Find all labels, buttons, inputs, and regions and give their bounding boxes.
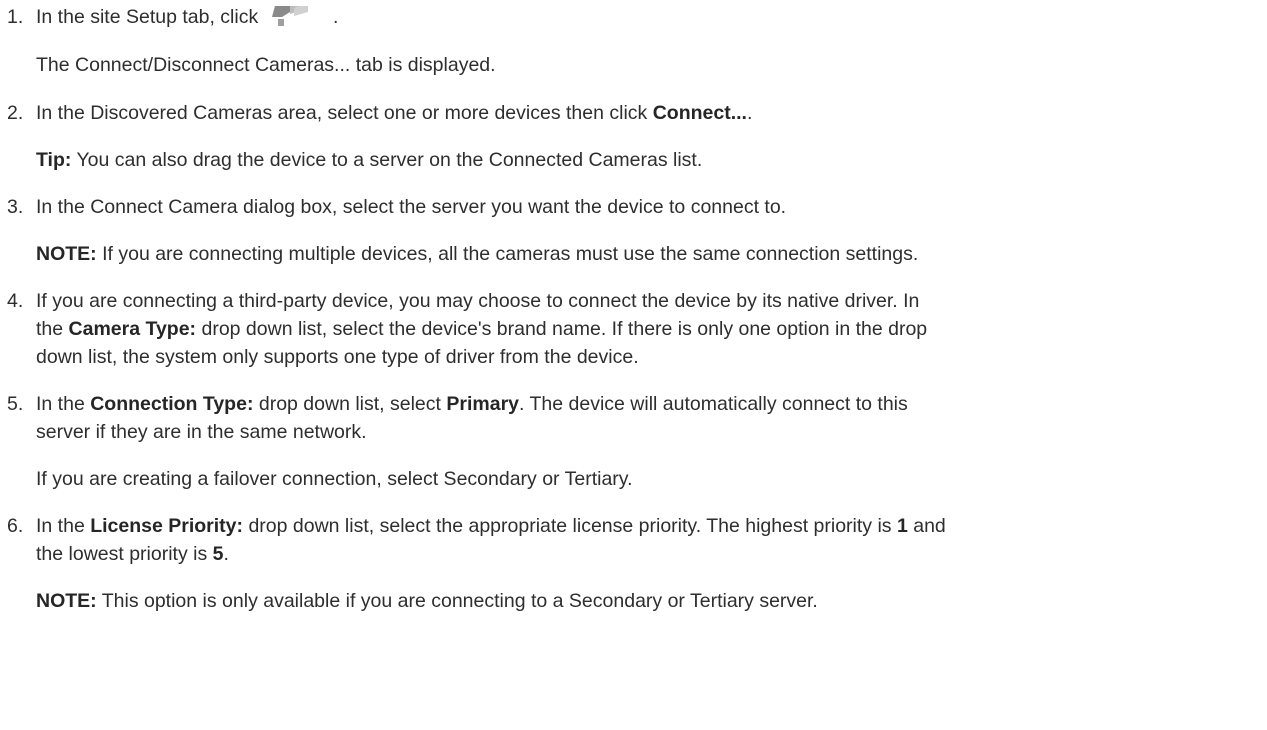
step-6-mid: drop down list, select the appropriate l… xyxy=(243,515,897,537)
step-6-line-2: the lowest priority is 5. xyxy=(36,543,229,565)
note-text: This option is only available if you are… xyxy=(96,590,818,612)
tip-label: Tip: xyxy=(36,149,72,171)
tip-text: You can also drag the device to a server… xyxy=(71,149,703,171)
step-5-mid: drop down list, select xyxy=(253,393,447,415)
note-label: NOTE: xyxy=(36,590,97,612)
step-6-line-2-pre: the lowest priority is xyxy=(36,543,213,565)
step-2-tip: Tip: You can also drag the device to a s… xyxy=(36,149,702,171)
step-6-note: NOTE: This option is only available if y… xyxy=(36,590,818,612)
step-6-pre: In the xyxy=(36,515,91,537)
step-2-instruction: In the Discovered Cameras area, select o… xyxy=(36,102,653,124)
connect-button-reference: Connect... xyxy=(652,102,747,124)
step-5-line-2: server if they are in the same network. xyxy=(36,421,367,443)
step-4-line-3: down list, the system only supports one … xyxy=(36,346,639,368)
step-6-number: 6. xyxy=(7,515,24,537)
note-text: If you are connecting multiple devices, … xyxy=(96,243,919,265)
step-5-line-1: In the Connection Type: drop down list, … xyxy=(36,393,908,415)
step-2-number: 2. xyxy=(7,102,24,124)
step-1-period: . xyxy=(333,6,339,28)
step-6-post: and xyxy=(907,515,946,537)
connect-cameras-icon xyxy=(268,0,328,28)
license-priority-reference: License Priority: xyxy=(90,515,244,537)
step-4-line-2-pre: the xyxy=(36,318,69,340)
step-2-period: . xyxy=(746,102,753,124)
note-label: NOTE: xyxy=(36,243,97,265)
primary-reference: Primary xyxy=(446,393,520,415)
step-4-line-1: If you are connecting a third-party devi… xyxy=(36,290,920,312)
step-3-text: In the Connect Camera dialog box, select… xyxy=(36,196,787,218)
step-6-line-1: In the License Priority: drop down list,… xyxy=(36,515,946,537)
step-1-result: The Connect/Disconnect Cameras... tab is… xyxy=(36,54,496,76)
highest-priority-value: 1 xyxy=(896,515,908,537)
step-5-number: 5. xyxy=(7,393,24,415)
step-5-post: . The device will automatically connect … xyxy=(519,393,908,415)
step-4-number: 4. xyxy=(7,290,24,312)
step-3-note: NOTE: If you are connecting multiple dev… xyxy=(36,243,918,265)
step-4-line-2: the Camera Type: drop down list, select … xyxy=(36,318,927,340)
step-4-line-2-post: drop down list, select the device's bran… xyxy=(196,318,928,340)
step-1-number: 1. xyxy=(7,6,24,28)
step-3-number: 3. xyxy=(7,196,24,218)
step-1-text: In the site Setup tab, click . xyxy=(36,0,339,28)
step-2-text: In the Discovered Cameras area, select o… xyxy=(36,102,752,124)
lowest-priority-value: 5 xyxy=(212,543,224,565)
connection-type-reference: Connection Type: xyxy=(90,393,254,415)
camera-type-reference: Camera Type: xyxy=(68,318,197,340)
step-1-instruction: In the site Setup tab, click xyxy=(36,6,259,28)
step-6-line-2-post: . xyxy=(223,543,229,565)
step-5-extra: If you are creating a failover connectio… xyxy=(36,468,633,490)
step-5-pre: In the xyxy=(36,393,91,415)
